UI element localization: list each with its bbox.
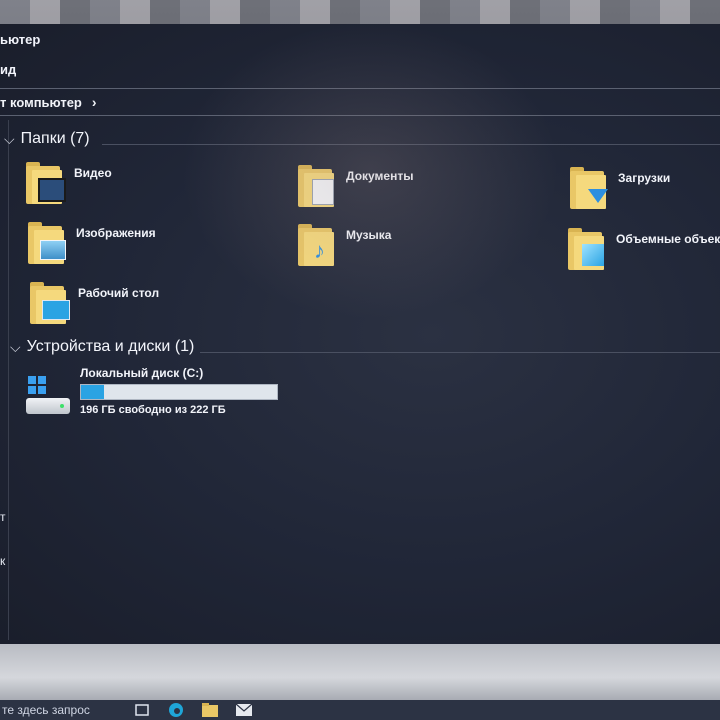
photo-of-screen: ьютер ид т компьютер › т к ⌵ Папки (7) В…: [0, 0, 720, 720]
folders-group-title: Папки (7): [20, 130, 90, 147]
monitor-top-edge: [0, 0, 720, 26]
group-divider: [102, 144, 720, 145]
pictures-folder-icon: [28, 222, 68, 264]
folder-item-videos[interactable]: Видео: [26, 162, 112, 204]
ribbon-tab-computer[interactable]: ьютер: [0, 32, 40, 47]
devices-group-title: Устройства и диски (1): [26, 338, 195, 355]
windows-logo-icon: [28, 376, 46, 394]
chevron-down-icon[interactable]: ⌵: [4, 131, 15, 148]
folder-label: Изображения: [76, 226, 156, 240]
taskbar: те здесь запрос: [0, 700, 720, 720]
edge-browser-icon[interactable]: [164, 701, 188, 719]
taskbar-search-box[interactable]: те здесь запрос: [0, 703, 120, 717]
folder-item-documents[interactable]: Документы: [298, 165, 413, 207]
chevron-right-icon[interactable]: ›: [92, 94, 97, 110]
folder-label: Видео: [74, 166, 112, 180]
folder-item-downloads[interactable]: Загрузки: [570, 167, 670, 209]
drive-usage-bar: [80, 384, 278, 400]
task-view-icon[interactable]: [130, 701, 154, 719]
folder-label: Документы: [346, 169, 414, 183]
file-explorer-taskbar-icon[interactable]: [198, 701, 222, 719]
ribbon-tab-view[interactable]: ид: [0, 62, 16, 77]
hard-drive-icon: [26, 376, 72, 418]
downloads-folder-icon: [570, 167, 610, 209]
mail-icon[interactable]: [232, 701, 256, 719]
folder-item-desktop[interactable]: Рабочий стол: [30, 282, 159, 324]
folder-item-music[interactable]: ♪ Музыка: [298, 224, 391, 266]
ribbon-tab-row-2[interactable]: ид: [0, 54, 16, 84]
nav-pane-label-fragment[interactable]: т: [0, 510, 6, 524]
folders-group-header[interactable]: ⌵ Папки (7): [4, 130, 90, 148]
group-divider: [200, 352, 720, 353]
3d-objects-folder-icon: [568, 228, 608, 270]
folder-item-pictures[interactable]: Изображения: [28, 222, 156, 264]
folder-label: Объемные объек: [616, 232, 720, 246]
drive-usage-fill: [81, 385, 104, 399]
ribbon-tab-row[interactable]: ьютер: [0, 24, 40, 54]
folder-label: Музыка: [346, 228, 392, 242]
address-bar[interactable]: т компьютер ›: [0, 88, 720, 116]
nav-pane-label-fragment[interactable]: к: [0, 554, 5, 568]
music-folder-icon: ♪: [298, 224, 338, 266]
monitor-bottom-bezel: [0, 644, 720, 700]
devices-group-header[interactable]: ⌵ Устройства и диски (1): [10, 338, 194, 356]
drive-name: Локальный диск (C:): [80, 366, 204, 380]
breadcrumb-this-pc[interactable]: т компьютер: [0, 95, 82, 110]
folder-item-3d-objects[interactable]: Объемные объек: [568, 228, 720, 270]
folder-label: Рабочий стол: [78, 286, 160, 300]
video-folder-icon: [26, 162, 66, 204]
drive-free-space: 196 ГБ свободно из 222 ГБ: [80, 404, 226, 416]
documents-folder-icon: [298, 165, 338, 207]
chevron-down-icon[interactable]: ⌵: [10, 339, 21, 356]
desktop-folder-icon: [30, 282, 70, 324]
drive-info[interactable]: Локальный диск (C:) 196 ГБ свободно из 2…: [80, 366, 278, 416]
folder-label: Загрузки: [618, 171, 671, 185]
drive-item-c[interactable]: [26, 376, 72, 418]
file-explorer-window: ьютер ид т компьютер › т к ⌵ Папки (7) В…: [0, 24, 720, 644]
